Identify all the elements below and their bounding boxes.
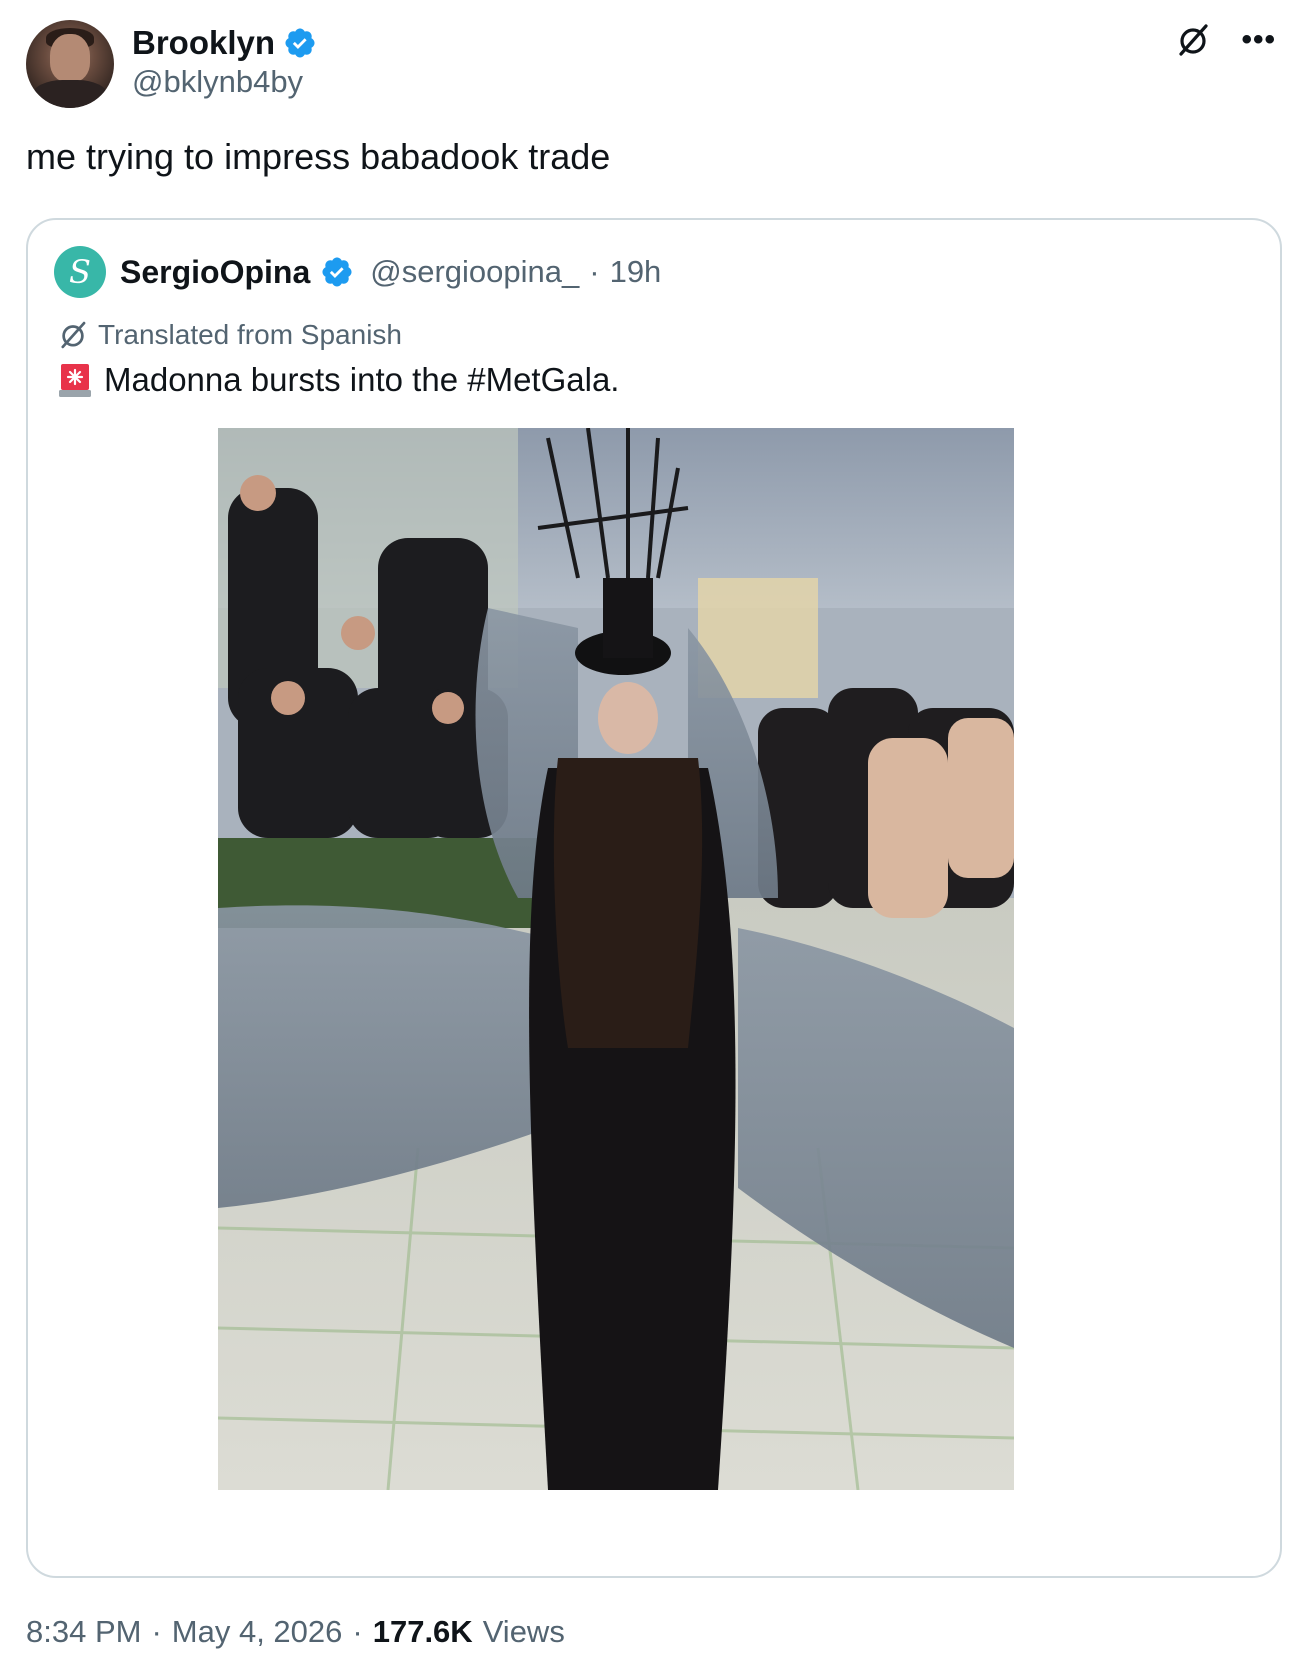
slashed-circle-icon [61, 321, 86, 349]
tweet-footer: 8:34 PM · May 4, 2026 · 177.6K Views [26, 1614, 565, 1650]
translated-note: Translated from Spanish [56, 318, 402, 352]
translated-label: Translated from Spanish [98, 319, 402, 350]
quoted-text: Madonna bursts into the #MetGala. [104, 361, 620, 398]
quoted-header: S SergioOpina @sergioopina_ · 19h [54, 246, 661, 298]
siren-emoji-icon [59, 364, 91, 397]
quoted-photo[interactable] [218, 428, 1014, 1490]
verified-badge-icon [322, 257, 352, 287]
quoted-handle[interactable]: @sergioopina_ [370, 254, 579, 290]
quoted-age[interactable]: 19h [610, 254, 662, 290]
tweet-time[interactable]: 8:34 PM [26, 1614, 141, 1650]
separator-dot: · [589, 254, 600, 289]
separator-dot: · [151, 1614, 162, 1649]
tweet-text: me trying to impress babadook trade [26, 136, 611, 177]
author-avatar[interactable] [26, 20, 114, 108]
separator-dot: · [352, 1614, 363, 1649]
slashed-circle-icon[interactable] [1173, 20, 1213, 60]
views-label: Views [482, 1614, 565, 1649]
more-dots-icon[interactable]: ••• [1241, 25, 1276, 55]
tweet-date[interactable]: May 4, 2026 [172, 1614, 343, 1650]
author-handle[interactable]: @bklynb4by [132, 64, 303, 100]
avatar-body [32, 80, 108, 108]
quoted-avatar[interactable]: S [54, 246, 106, 298]
views-count[interactable]: 177.6K [373, 1614, 473, 1650]
quoted-tweet[interactable]: S SergioOpina @sergioopina_ · 19h Transl… [26, 218, 1282, 1578]
verified-badge-icon [285, 28, 315, 58]
top-actions: ••• [1173, 20, 1276, 60]
quoted-display-name[interactable]: SergioOpina [120, 254, 310, 291]
tweet-header: Brooklyn @bklynb4by ••• [26, 20, 1276, 110]
quoted-text-row: Madonna bursts into the #MetGala. [56, 360, 619, 400]
author-name-row[interactable]: Brooklyn [132, 24, 317, 62]
author-display-name[interactable]: Brooklyn [132, 24, 275, 62]
avatar-face [50, 34, 90, 82]
